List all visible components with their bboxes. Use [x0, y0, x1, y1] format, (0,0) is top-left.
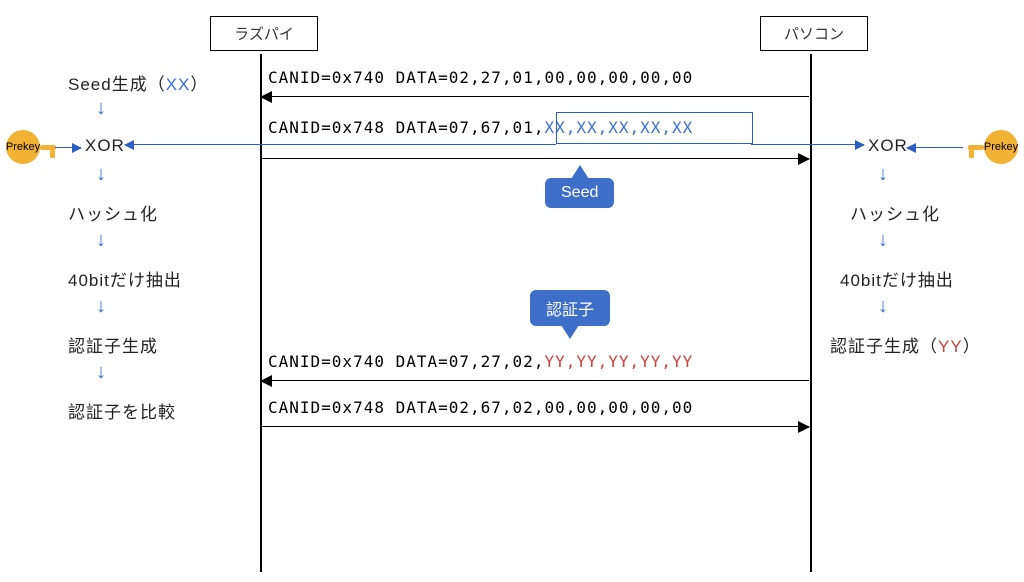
msg4-text: CANID=0x748 DATA=02,67,02,00,00,00,00,00 — [268, 398, 693, 417]
callout-tail-icon — [561, 325, 579, 339]
make-authr-prefix: 認証子生成（ — [830, 337, 938, 356]
right-step-hash: ハッシュ化 — [850, 200, 940, 225]
prekey-right-to-xor-arrow — [907, 147, 963, 148]
arrow-right-icon — [855, 140, 865, 150]
seedgen-xx: XX — [166, 75, 191, 94]
right-step-make-authr: 認証子生成（YY） — [830, 332, 981, 357]
callout-authr-label: 認証子 — [546, 302, 594, 319]
msg3-prefix: CANID=0x740 DATA=07,27,02, — [268, 352, 544, 371]
make-authr-suffix: ） — [963, 337, 981, 356]
prekey-left: Prekey — [6, 130, 56, 164]
arrow-down-icon: ↓ — [96, 362, 106, 382]
msg3-text: CANID=0x740 DATA=07,27,02,YY,YY,YY,YY,YY — [268, 352, 693, 371]
left-step-seedgen: Seed生成（XX） — [68, 70, 208, 95]
callout-seed: Seed — [545, 178, 614, 208]
prekey-right-label: Prekey — [984, 141, 1018, 153]
node-right: パソコン — [760, 16, 868, 51]
left-step-make-authr: 認証子生成 — [68, 332, 158, 357]
prekey-right: Prekey — [968, 130, 1018, 164]
msg3-auth: YY,YY,YY,YY,YY — [544, 352, 693, 371]
node-left: ラズパイ — [210, 16, 318, 51]
seed-highlight-box — [556, 112, 753, 144]
arrow-down-icon: ↓ — [96, 230, 106, 250]
node-left-label: ラズパイ — [234, 26, 294, 43]
make-authr-yy: YY — [938, 337, 963, 356]
seedgen-suffix: ） — [190, 75, 208, 94]
arrow-down-icon: ↓ — [878, 164, 888, 184]
msg4-arrow — [261, 426, 809, 427]
lifeline-right — [810, 54, 812, 572]
callout-authr: 認証子 — [530, 290, 610, 326]
right-step-extract40: 40bitだけ抽出 — [840, 266, 954, 291]
msg1-text: CANID=0x740 DATA=02,27,01,00,00,00,00,00 — [268, 68, 693, 87]
arrow-down-icon: ↓ — [878, 296, 888, 316]
seedgen-prefix: Seed生成（ — [68, 75, 166, 94]
lifeline-left — [260, 54, 262, 572]
arrow-down-icon: ↓ — [96, 98, 106, 118]
msg3-arrow — [261, 380, 809, 381]
arrow-left-icon — [260, 375, 272, 387]
arrow-right-icon — [72, 143, 82, 153]
arrow-right-icon — [798, 153, 810, 165]
left-step-compare-authr: 認証子を比較 — [68, 398, 176, 423]
arrow-down-icon: ↓ — [96, 296, 106, 316]
left-step-extract40: 40bitだけ抽出 — [68, 266, 182, 291]
seed-to-right-xor-arrow — [751, 144, 864, 145]
left-step-xor: XOR — [85, 136, 125, 156]
left-step-hash: ハッシュ化 — [68, 200, 158, 225]
arrow-down-icon: ↓ — [96, 164, 106, 184]
node-right-label: パソコン — [784, 26, 844, 43]
prekey-left-to-xor-arrow — [55, 147, 81, 148]
msg1-arrow — [261, 96, 809, 97]
msg2-arrow — [261, 158, 809, 159]
arrow-left-icon — [124, 140, 134, 150]
right-step-xor: XOR — [868, 136, 908, 156]
arrow-left-icon — [260, 91, 272, 103]
msg2-prefix: CANID=0x748 DATA=07,67,01, — [268, 118, 544, 137]
callout-seed-label: Seed — [561, 184, 598, 201]
arrow-down-icon: ↓ — [878, 230, 888, 250]
arrow-right-icon — [798, 421, 810, 433]
seed-to-left-xor-arrow — [125, 144, 556, 145]
arrow-left-icon — [906, 143, 916, 153]
callout-tail-icon — [571, 165, 589, 179]
prekey-left-label: Prekey — [6, 141, 40, 153]
